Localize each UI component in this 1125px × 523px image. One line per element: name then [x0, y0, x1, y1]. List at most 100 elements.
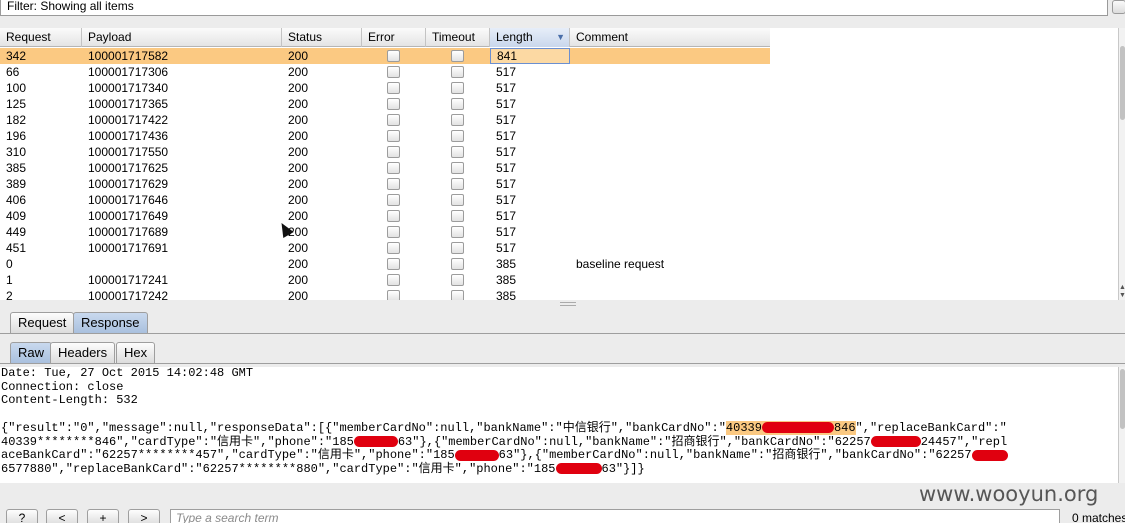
cell-request: 125	[6, 97, 27, 111]
table-row[interactable]: 2 100001717242 200 385	[0, 288, 770, 300]
timeout-checkbox[interactable]	[451, 146, 464, 158]
timeout-checkbox[interactable]	[451, 242, 464, 254]
timeout-checkbox[interactable]	[451, 130, 464, 142]
next-match-button[interactable]: >	[128, 509, 160, 523]
error-checkbox[interactable]	[387, 162, 400, 174]
cell-status: 200	[288, 273, 309, 287]
error-checkbox[interactable]	[387, 226, 400, 238]
table-body: 342 100001717582 200 841 66 100001717306 200 51…	[0, 48, 770, 300]
table-row[interactable]: 389 100001717629 200 517	[0, 176, 770, 192]
timeout-checkbox[interactable]	[451, 290, 464, 300]
table-row[interactable]: 310 100001717550 200 517	[0, 144, 770, 160]
add-button[interactable]: +	[87, 509, 119, 523]
cell-status: 200	[288, 49, 309, 63]
sort-descending-icon: ▼	[556, 32, 565, 42]
column-header-timeout[interactable]: Timeout	[426, 28, 490, 47]
error-checkbox[interactable]	[387, 146, 400, 158]
table-row[interactable]: 409 100001717649 200 517	[0, 208, 770, 224]
error-checkbox[interactable]	[387, 194, 400, 206]
column-header-error[interactable]: Error	[362, 28, 426, 47]
scroll-up-icon[interactable]: ▲	[1119, 284, 1125, 291]
error-checkbox[interactable]	[387, 242, 400, 254]
table-scrollbar[interactable]: ▲ ▼	[1118, 28, 1125, 300]
table-row[interactable]: 182 100001717422 200 517	[0, 112, 770, 128]
scrollbar-thumb[interactable]	[1120, 369, 1125, 429]
split-pane-handle[interactable]	[560, 302, 576, 306]
table-row[interactable]: 449 100001717689 200 517	[0, 224, 770, 240]
timeout-checkbox[interactable]	[451, 226, 464, 238]
column-header-status[interactable]: Status	[282, 28, 362, 47]
table-row[interactable]: 342 100001717582 200 841	[0, 48, 770, 64]
filter-options-button[interactable]	[1112, 0, 1125, 14]
table-row[interactable]: 0 200 385 baseline request	[0, 256, 770, 272]
tab-strip-divider	[0, 333, 1125, 334]
timeout-checkbox[interactable]	[451, 50, 464, 62]
table-row[interactable]: 385 100001717625 200 517	[0, 160, 770, 176]
cell-payload: 100001717436	[88, 129, 169, 143]
error-checkbox[interactable]	[387, 258, 400, 270]
table-row[interactable]: 1 100001717241 200 385	[0, 272, 770, 288]
search-input[interactable]: Type a search term	[170, 509, 1060, 523]
cell-length: 517	[496, 129, 517, 143]
error-checkbox[interactable]	[387, 114, 400, 126]
response-body-line-1: {"result":"0","message":null,"responseDa…	[1, 420, 1007, 435]
redaction-mark	[870, 435, 921, 447]
scrollbar-thumb[interactable]	[1120, 46, 1125, 120]
error-checkbox[interactable]	[387, 178, 400, 190]
timeout-checkbox[interactable]	[451, 162, 464, 174]
timeout-checkbox[interactable]	[451, 178, 464, 190]
table-row[interactable]: 125 100001717365 200 517	[0, 96, 770, 112]
timeout-checkbox[interactable]	[451, 98, 464, 110]
timeout-checkbox[interactable]	[451, 258, 464, 270]
tab-raw[interactable]: Raw	[10, 342, 53, 364]
timeout-checkbox[interactable]	[451, 66, 464, 78]
cell-length: 385	[496, 257, 517, 271]
table-row[interactable]: 451 100001717691 200 517	[0, 240, 770, 256]
cell-payload: 100001717629	[88, 177, 169, 191]
table-row[interactable]: 66 100001717306 200 517	[0, 64, 770, 80]
cell-comment	[570, 112, 576, 128]
error-checkbox[interactable]	[387, 274, 400, 286]
cell-payload: 100001717241	[88, 273, 169, 287]
response-scrollbar[interactable]	[1118, 367, 1125, 483]
tab-headers[interactable]: Headers	[50, 342, 116, 364]
watermark: www.wooyun.org	[919, 482, 1099, 506]
error-checkbox[interactable]	[387, 98, 400, 110]
error-checkbox[interactable]	[387, 130, 400, 142]
cell-payload: 100001717242	[88, 289, 169, 300]
error-checkbox[interactable]	[387, 82, 400, 94]
table-row[interactable]: 196 100001717436 200 517	[0, 128, 770, 144]
help-button[interactable]: ?	[6, 509, 38, 523]
cell-length: 517	[496, 161, 517, 175]
scroll-down-icon[interactable]: ▼	[1119, 292, 1125, 299]
cell-payload: 100001717689	[88, 225, 169, 239]
response-line-content-length: Content-Length: 532	[1, 393, 138, 408]
timeout-checkbox[interactable]	[451, 210, 464, 222]
column-header-length[interactable]: Length ▼	[490, 28, 570, 47]
filter-bar[interactable]: Filter: Showing all items	[0, 0, 1108, 16]
table-row[interactable]: 406 100001717646 200 517	[0, 192, 770, 208]
response-text-area[interactable]: Date: Tue, 27 Oct 2015 14:02:48 GMT Conne…	[0, 367, 1118, 483]
cell-length: 517	[496, 209, 517, 223]
table-header: Request Payload Status Error Timeout Len…	[0, 28, 770, 47]
timeout-checkbox[interactable]	[451, 114, 464, 126]
cell-comment	[570, 128, 576, 144]
error-checkbox[interactable]	[387, 290, 400, 300]
match-count: 0 matches	[1072, 511, 1125, 523]
previous-match-button[interactable]: <	[46, 509, 78, 523]
error-checkbox[interactable]	[387, 210, 400, 222]
timeout-checkbox[interactable]	[451, 194, 464, 206]
column-header-payload[interactable]: Payload	[82, 28, 282, 47]
error-checkbox[interactable]	[387, 66, 400, 78]
timeout-checkbox[interactable]	[451, 82, 464, 94]
tab-response[interactable]: Response	[73, 312, 148, 334]
timeout-checkbox[interactable]	[451, 274, 464, 286]
column-header-comment[interactable]: Comment	[570, 28, 770, 47]
tab-request[interactable]: Request	[10, 312, 75, 334]
error-checkbox[interactable]	[387, 50, 400, 62]
tab-hex[interactable]: Hex	[116, 342, 156, 364]
column-header-request[interactable]: Request	[0, 28, 82, 47]
cell-comment	[570, 224, 576, 240]
table-row[interactable]: 100 100001717340 200 517	[0, 80, 770, 96]
highlighted-card-number: 40339 846	[725, 420, 856, 435]
